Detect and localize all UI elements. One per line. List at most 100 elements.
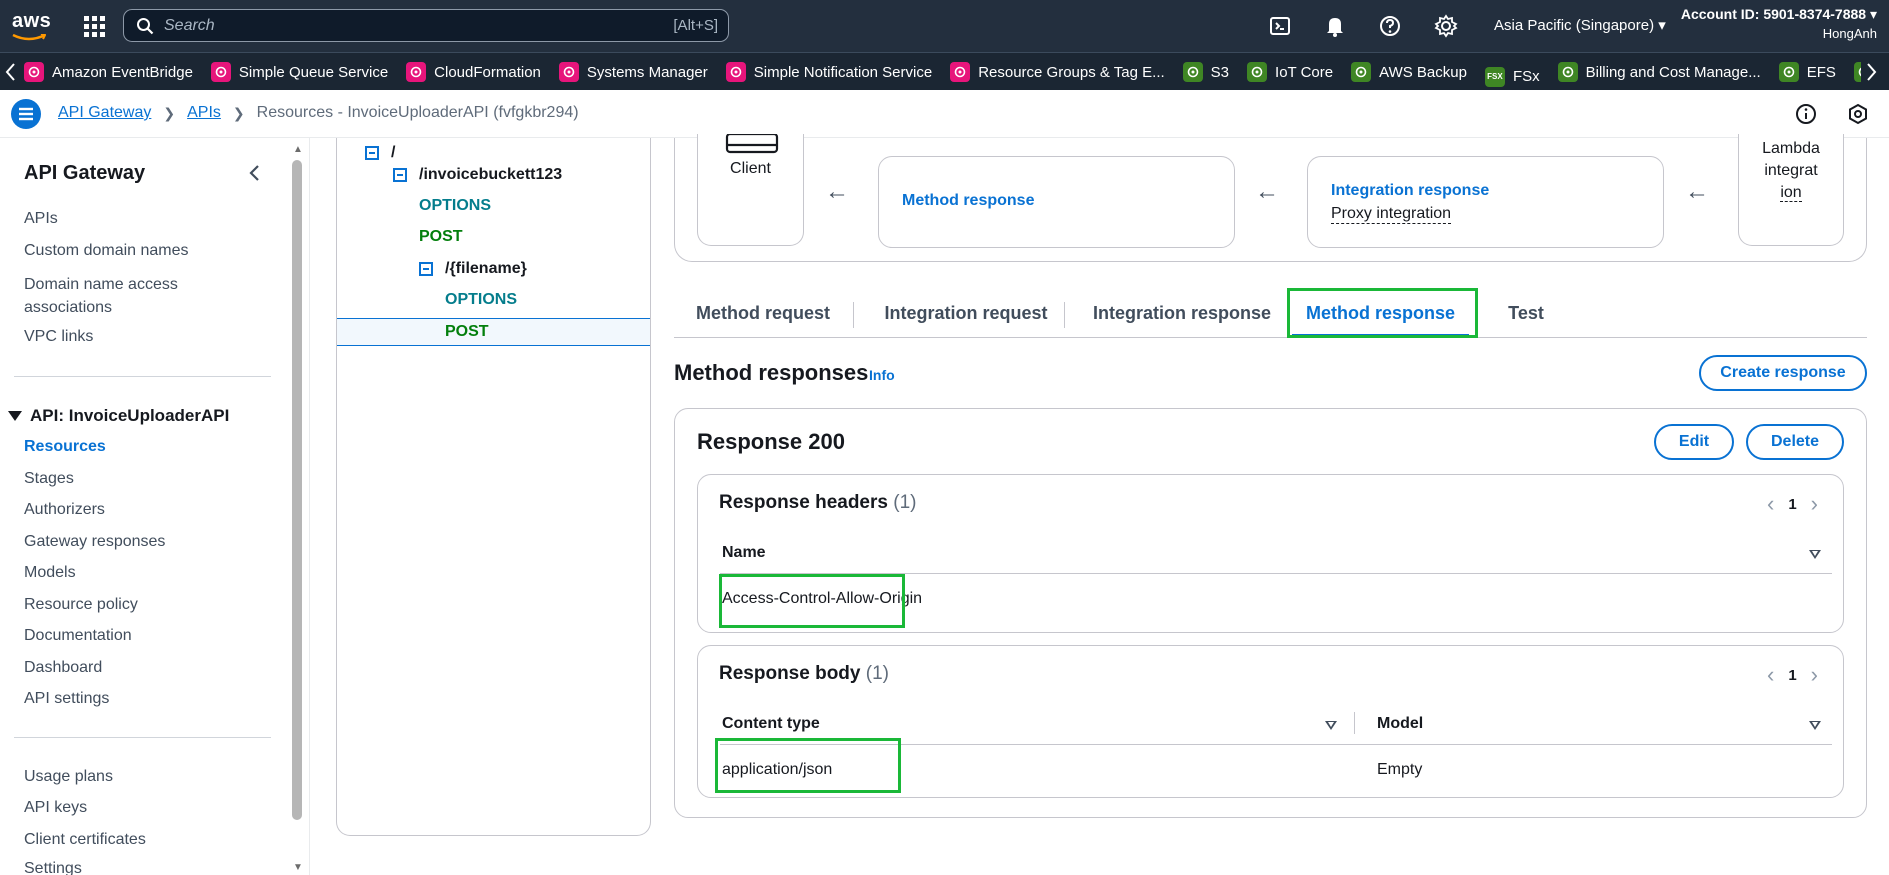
page-number[interactable]: 1 <box>1788 667 1796 684</box>
favorite-item[interactable]: FSX FSx <box>1484 58 1540 92</box>
caret-down-icon <box>8 411 22 421</box>
side-navigation: API Gateway APIs Custom domain names Dom… <box>0 138 310 875</box>
sort-icon[interactable] <box>1809 550 1821 559</box>
sidebar-scrollbar[interactable] <box>292 160 302 820</box>
chevron-left-icon[interactable]: ‹ <box>1767 491 1774 517</box>
chevron-left-icon[interactable]: ‹ <box>1767 662 1774 688</box>
sidebar-item-documentation[interactable]: Documentation <box>24 627 132 645</box>
notifications-bell-icon[interactable] <box>1322 13 1348 39</box>
sidebar-collapse-icon[interactable] <box>244 162 266 184</box>
collapse-icon[interactable] <box>419 262 433 276</box>
sort-icon[interactable] <box>1325 721 1337 730</box>
page-number[interactable]: 1 <box>1788 496 1796 513</box>
aws-backup-icon <box>1351 62 1372 82</box>
sidebar-item-gateway-responses[interactable]: Gateway responses <box>24 533 165 551</box>
collapse-icon[interactable] <box>365 146 379 160</box>
sidebar-item-apis[interactable]: APIs <box>24 210 58 228</box>
sidebar-item-authorizers[interactable]: Authorizers <box>24 501 105 519</box>
help-icon[interactable] <box>1377 13 1403 39</box>
tree-node-filename[interactable]: /{filename} <box>337 254 650 284</box>
favorite-item[interactable]: Resource Groups & Tag E... <box>950 53 1165 91</box>
column-header-content-type[interactable]: Content type <box>722 715 820 733</box>
favorites-bar: Amazon EventBridge Simple Queue Service Cl… <box>0 52 1889 90</box>
account-menu[interactable]: Account ID: 5901-8374-7888 ▾ HongAnh <box>1681 4 1877 44</box>
breadcrumb-apis[interactable]: APIs <box>187 104 221 122</box>
favorites-scroll-right-icon[interactable] <box>1864 61 1884 83</box>
favorite-item-label: IoT Core <box>1275 63 1334 81</box>
info-link[interactable]: Info <box>869 367 895 383</box>
sidebar-item-stages[interactable]: Stages <box>24 470 74 488</box>
pagination: ‹ 1 › <box>1753 662 1832 688</box>
sidebar-item-api-keys[interactable]: API keys <box>24 799 87 817</box>
flow-client-label: Client <box>730 160 771 177</box>
tree-method-options[interactable]: OPTIONS <box>337 285 650 315</box>
sidebar-item-domain-name-access-associations[interactable]: Domain name access associations <box>24 273 214 319</box>
favorite-item[interactable]: AWS Backup <box>1351 53 1467 91</box>
favorite-item[interactable]: EFS <box>1778 53 1836 91</box>
favorite-item[interactable]: Simple Notification Service <box>725 53 932 91</box>
scroll-up-icon[interactable]: ▲ <box>292 144 304 155</box>
services-menu-icon[interactable] <box>82 14 106 38</box>
sidebar-item-resource-policy[interactable]: Resource policy <box>24 596 138 614</box>
aws-logo-text: aws <box>12 10 52 32</box>
flow-method-response-link[interactable]: Method response <box>902 192 1034 210</box>
collapse-icon[interactable] <box>393 168 407 182</box>
favorite-item[interactable]: Storage Gateway <box>1853 53 1861 91</box>
edit-button[interactable]: Edit <box>1654 424 1734 460</box>
tree-node-invoicebuckett123[interactable]: /invoicebuckett123 <box>337 160 650 190</box>
column-header-name[interactable]: Name <box>722 544 766 562</box>
favorite-item[interactable]: S3 <box>1182 53 1229 91</box>
cloudshell-icon[interactable] <box>1267 13 1293 39</box>
tree-method-options[interactable]: OPTIONS <box>337 191 650 221</box>
create-response-button[interactable]: Create response <box>1699 355 1867 391</box>
flow-lambda-label: Lambda integrat ion <box>1739 138 1843 204</box>
menu-toggle-button[interactable] <box>11 99 41 129</box>
favorite-item[interactable]: Billing and Cost Manage... <box>1557 53 1761 91</box>
flow-integration-response-box[interactable]: Integration response Proxy integration <box>1307 156 1664 248</box>
flow-lambda-line: Lambda <box>1762 140 1820 157</box>
flow-integration-response-link[interactable]: Integration response <box>1331 182 1489 200</box>
favorite-item[interactable]: IoT Core <box>1247 53 1333 91</box>
help-panel-icon[interactable] <box>1846 102 1870 126</box>
sort-icon[interactable] <box>1809 721 1821 730</box>
tree-method-post-selected[interactable]: POST <box>337 318 650 346</box>
search-bar[interactable]: [Alt+S] <box>123 9 729 42</box>
search-icon <box>136 17 154 40</box>
flow-lambda-line-text: ion <box>1780 184 1802 202</box>
sidebar-item-api-settings[interactable]: API settings <box>24 690 109 708</box>
sidebar-item-vpc-links[interactable]: VPC links <box>24 328 93 346</box>
sidebar-item-settings[interactable]: Settings <box>24 860 82 875</box>
favorites-scroll-left-icon[interactable] <box>4 61 24 83</box>
eventbridge-icon <box>24 62 44 82</box>
sidebar-item-custom-domain-names[interactable]: Custom domain names <box>24 242 189 260</box>
favorite-item-label: Amazon EventBridge <box>52 63 193 81</box>
sidebar-item-models[interactable]: Models <box>24 564 76 582</box>
region-selector[interactable]: Asia Pacific (Singapore) ▾ <box>1494 16 1666 34</box>
sidebar-item-usage-plans[interactable]: Usage plans <box>24 768 113 786</box>
breadcrumb-api-gateway[interactable]: API Gateway <box>58 104 151 122</box>
flow-lambda-line: ion <box>1739 182 1843 204</box>
favorite-item[interactable]: CloudFormation <box>406 53 541 91</box>
favorite-item[interactable]: Amazon EventBridge <box>24 53 193 91</box>
tree-method-post[interactable]: POST <box>337 222 650 252</box>
column-header-model[interactable]: Model <box>1377 715 1423 733</box>
favorite-item[interactable]: Simple Queue Service <box>210 53 388 91</box>
scroll-down-icon[interactable]: ▼ <box>292 862 304 873</box>
settings-gear-icon[interactable] <box>1433 13 1459 39</box>
favorite-item[interactable]: Systems Manager <box>558 53 708 91</box>
search-input[interactable] <box>164 10 644 41</box>
tab-test[interactable]: Test <box>1486 290 1566 336</box>
chevron-right-icon[interactable]: › <box>1811 491 1818 517</box>
tab-integration-response[interactable]: Integration response <box>1072 290 1292 336</box>
sidebar-api-section[interactable]: API: InvoiceUploaderAPI <box>8 406 229 426</box>
flow-method-response-box[interactable]: Method response <box>878 156 1235 248</box>
aws-logo[interactable]: aws <box>10 8 52 42</box>
sidebar-item-dashboard[interactable]: Dashboard <box>24 659 102 677</box>
tab-integration-request[interactable]: Integration request <box>862 290 1070 336</box>
info-panel-icon[interactable] <box>1794 102 1818 126</box>
sidebar-item-resources[interactable]: Resources <box>24 438 106 456</box>
chevron-right-icon[interactable]: › <box>1811 662 1818 688</box>
tab-method-request[interactable]: Method request <box>674 290 852 336</box>
delete-button[interactable]: Delete <box>1746 424 1844 460</box>
sidebar-item-client-certificates[interactable]: Client certificates <box>24 831 146 849</box>
